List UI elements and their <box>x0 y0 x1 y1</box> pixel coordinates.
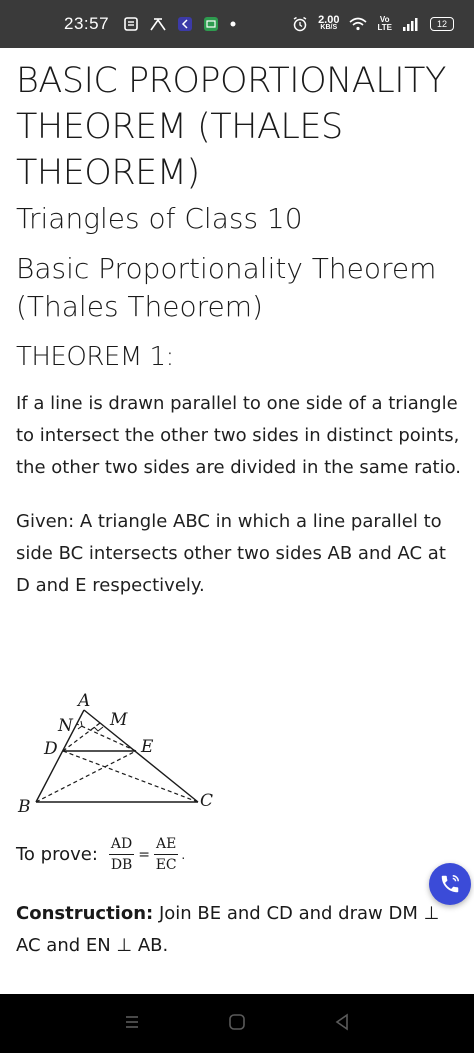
line-cd <box>62 750 199 803</box>
page-subtitle: Triangles of Class 10 <box>16 202 303 235</box>
alarm-icon <box>292 16 308 32</box>
notification-icon <box>177 16 193 32</box>
label-d: D <box>43 739 58 759</box>
sim-icon <box>123 16 139 32</box>
label-a: A <box>76 691 90 711</box>
dot-icon <box>229 20 237 28</box>
to-prove-end: . <box>181 847 186 862</box>
home-icon[interactable] <box>227 1012 247 1036</box>
call-button[interactable] <box>429 863 471 905</box>
theorem-text: If a line is drawn parallel to one side … <box>16 393 462 478</box>
theorem-label: THEOREM 1: <box>16 342 174 372</box>
message-icon <box>203 16 219 32</box>
phone-icon <box>441 875 459 893</box>
wifi-icon <box>349 17 368 31</box>
broadcast-icon <box>149 16 167 32</box>
status-icons-left <box>123 16 237 32</box>
fraction-ad-db: AD DB <box>108 836 135 873</box>
label-m: M <box>109 710 128 730</box>
back-icon[interactable] <box>332 1012 352 1036</box>
triangle-figure: A B C D E N M <box>17 691 213 817</box>
volte-indicator: Vo LTE <box>377 15 392 32</box>
article-content: BASIC PROPORTIONALITY THEOREM (THALES TH… <box>16 58 462 602</box>
recent-apps-icon[interactable] <box>122 1012 142 1036</box>
network-speed: 2.00 KB/S <box>318 14 340 32</box>
construction-text: Construction: Join BE and CD and draw DM… <box>16 898 466 962</box>
section-title: Basic Proportionality Theorem (Thales Th… <box>16 252 437 323</box>
to-prove: To prove: AD DB = AE EC . <box>16 836 185 873</box>
equals-sign: = <box>138 846 150 863</box>
signal-icon <box>402 17 420 31</box>
navigation-bar <box>0 994 474 1053</box>
label-e: E <box>140 737 154 757</box>
right-angle-m <box>93 726 104 732</box>
given-text: Given: A triangle ABC in which a line pa… <box>16 511 446 596</box>
to-prove-label: To prove: <box>16 844 98 865</box>
status-bar: 23:57 2.00 KB/S Vo LTE 12 <box>0 0 474 48</box>
label-n: N <box>57 716 74 736</box>
fraction-ae-ec: AE EC <box>153 836 179 873</box>
battery-indicator: 12 <box>430 17 454 31</box>
page-title: BASIC PROPORTIONALITY THEOREM (THALES TH… <box>16 61 446 193</box>
label-b: B <box>17 797 31 817</box>
status-icons-right: 2.00 KB/S Vo LTE 12 <box>292 14 454 32</box>
status-time: 23:57 <box>64 14 110 33</box>
construction-label: Construction: <box>16 903 154 924</box>
label-c: C <box>200 791 213 811</box>
